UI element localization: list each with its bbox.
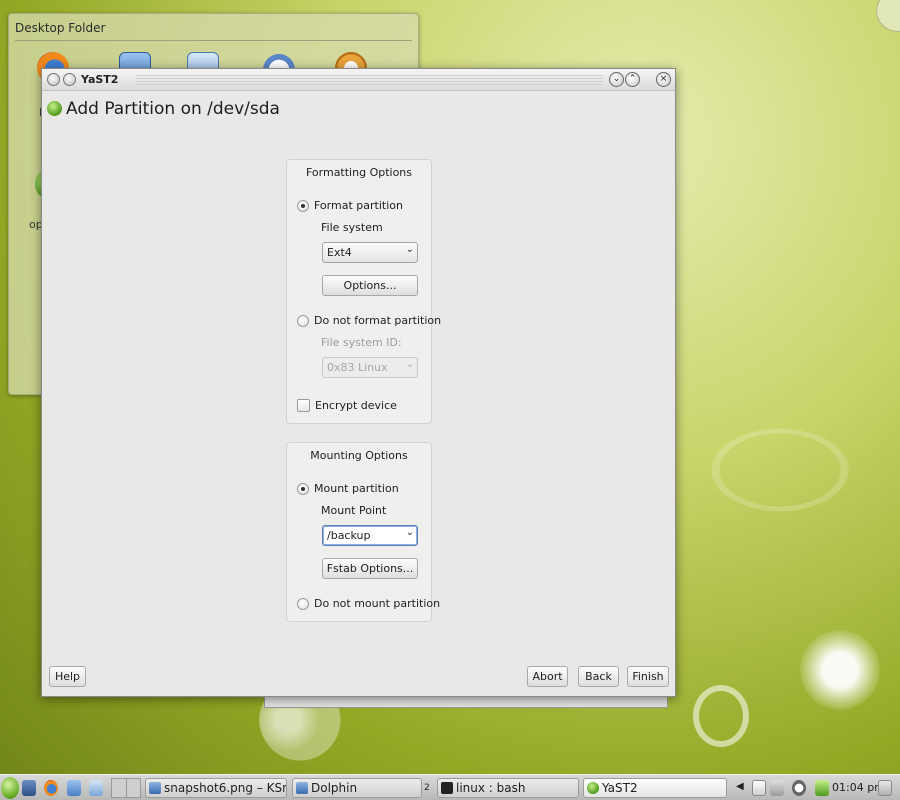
image-icon bbox=[149, 782, 161, 794]
window-title: YaST2 bbox=[81, 73, 119, 86]
terminal-icon bbox=[441, 782, 453, 794]
chevron-down-icon[interactable]: ⌄ bbox=[406, 527, 414, 538]
format-partition-label[interactable]: Format partition bbox=[314, 199, 403, 212]
info-icon[interactable] bbox=[792, 780, 806, 796]
pager[interactable] bbox=[111, 778, 141, 798]
group-title: Mounting Options bbox=[310, 449, 408, 462]
do-not-mount-label[interactable]: Do not mount partition bbox=[314, 597, 440, 610]
fstab-options-button[interactable]: Fstab Options... bbox=[322, 558, 418, 579]
network-manager-icon[interactable] bbox=[22, 780, 36, 796]
group-title: Formatting Options bbox=[305, 166, 413, 179]
options-button[interactable]: Options... bbox=[322, 275, 418, 296]
task-label: linux : bash bbox=[456, 781, 526, 795]
formatting-options-group: Formatting Options Format partition File… bbox=[286, 159, 441, 424]
back-button[interactable]: Back bbox=[578, 666, 619, 687]
clock[interactable]: 01:04 pm bbox=[832, 781, 885, 794]
yast-icon bbox=[587, 782, 599, 794]
page-heading: Add Partition on /dev/sda bbox=[47, 99, 280, 119]
maximize-button[interactable]: ⌃ bbox=[625, 72, 640, 87]
close-button[interactable]: × bbox=[656, 72, 671, 87]
task-ksnapshot[interactable]: snapshot6.png – KSnapsh bbox=[145, 778, 287, 798]
desktop-widget-corner bbox=[876, 0, 900, 32]
yast2-window: YaST2 ⌄ ⌃ × Add Partition on /dev/sda Fo… bbox=[41, 68, 676, 697]
desktop-folder-title: Desktop Folder bbox=[15, 21, 106, 35]
filesystem-value: Ext4 bbox=[327, 246, 352, 259]
pager-label: 2 bbox=[424, 783, 430, 793]
taskbar: snapshot6.png – KSnapsh Dolphin 2 linux … bbox=[0, 774, 900, 800]
task-dolphin[interactable]: Dolphin bbox=[292, 778, 422, 798]
filesystem-label: File system bbox=[321, 221, 383, 234]
help-button[interactable]: Help bbox=[49, 666, 86, 687]
battery-icon[interactable] bbox=[815, 780, 829, 796]
volume-icon[interactable] bbox=[770, 780, 784, 796]
mount-point-combobox[interactable]: /backup ⌄ bbox=[322, 525, 418, 546]
finish-button[interactable]: Finish bbox=[627, 666, 669, 687]
filesystem-id-value: 0x83 Linux bbox=[327, 361, 388, 374]
computer-icon[interactable] bbox=[67, 780, 81, 796]
clipboard-icon[interactable] bbox=[752, 780, 766, 796]
folder-icon bbox=[296, 782, 308, 794]
mount-point-value: /backup bbox=[327, 529, 371, 542]
desktop-icon[interactable] bbox=[89, 780, 103, 796]
minimize-button[interactable]: ⌄ bbox=[609, 72, 624, 87]
task-label: Dolphin bbox=[311, 781, 358, 795]
task-konsole[interactable]: linux : bash bbox=[437, 778, 579, 798]
mount-partition-radio[interactable] bbox=[297, 483, 309, 495]
abort-button[interactable]: Abort bbox=[527, 666, 568, 687]
do-not-format-radio[interactable] bbox=[297, 315, 309, 327]
page-title: Add Partition on /dev/sda bbox=[66, 99, 280, 119]
mounting-options-group: Mounting Options Mount partition Mount P… bbox=[286, 442, 440, 622]
mount-point-label: Mount Point bbox=[321, 504, 387, 517]
task-label: YaST2 bbox=[602, 781, 638, 795]
chevron-down-icon: ⌄ bbox=[405, 359, 414, 370]
system-tray-arrow[interactable]: ◀ bbox=[736, 781, 744, 792]
wallpaper-glow bbox=[800, 630, 880, 710]
filesystem-id-label: File system ID: bbox=[321, 336, 402, 349]
panel-tool-icon[interactable] bbox=[878, 780, 892, 796]
encrypt-device-label[interactable]: Encrypt device bbox=[315, 399, 397, 412]
divider bbox=[15, 40, 412, 41]
yast-icon bbox=[47, 101, 62, 116]
chevron-down-icon: ⌄ bbox=[405, 244, 414, 255]
encrypt-device-checkbox[interactable] bbox=[297, 399, 310, 412]
task-yast2[interactable]: YaST2 bbox=[583, 778, 727, 798]
do-not-mount-radio[interactable] bbox=[297, 598, 309, 610]
titlebar-grip bbox=[136, 75, 603, 85]
mount-partition-label[interactable]: Mount partition bbox=[314, 482, 399, 495]
filesystem-select[interactable]: Ext4 ⌄ bbox=[322, 242, 418, 263]
window-menu-icon[interactable] bbox=[47, 73, 60, 86]
firefox-icon[interactable] bbox=[44, 780, 58, 796]
wallpaper-ring bbox=[693, 685, 749, 747]
format-partition-radio[interactable] bbox=[297, 200, 309, 212]
window-sticky-icon[interactable] bbox=[63, 73, 76, 86]
filesystem-id-select[interactable]: 0x83 Linux ⌄ bbox=[322, 357, 418, 378]
application-launcher-icon[interactable] bbox=[1, 777, 19, 799]
do-not-format-label[interactable]: Do not format partition bbox=[314, 314, 441, 327]
task-label: snapshot6.png – KSnapsh bbox=[164, 781, 286, 795]
window-titlebar[interactable]: YaST2 ⌄ ⌃ × bbox=[42, 69, 675, 91]
